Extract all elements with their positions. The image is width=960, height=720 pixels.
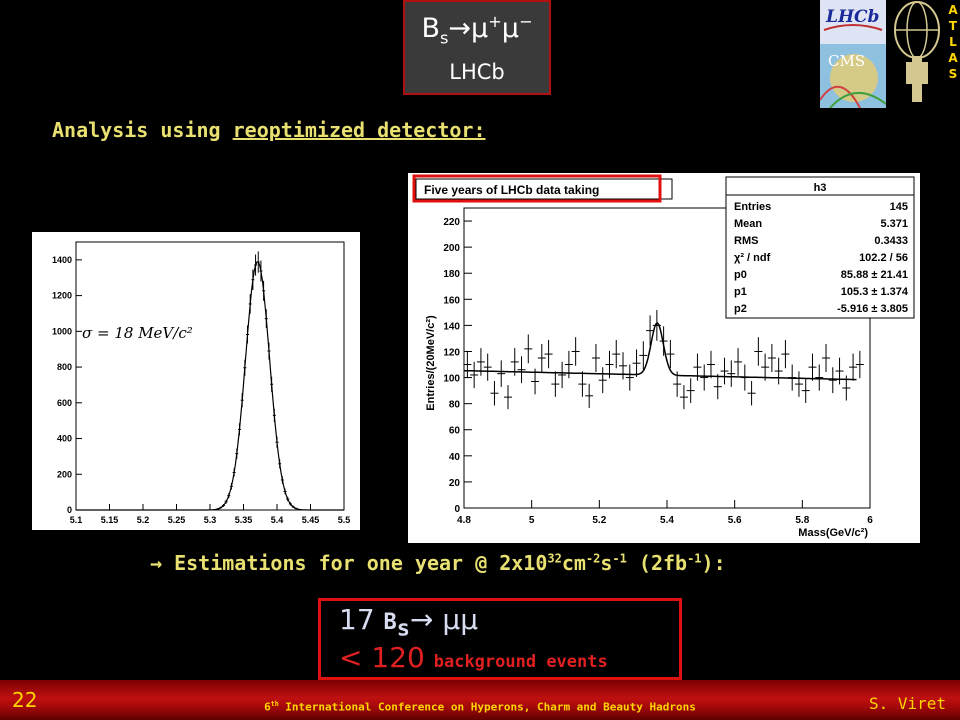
- y-tick-label: 600: [57, 398, 72, 408]
- atlas-letter: T: [948, 19, 958, 33]
- y-tick-label: 200: [443, 243, 460, 254]
- arrow-icon: →: [150, 551, 163, 575]
- x-tick-label: 5.4: [271, 515, 284, 525]
- cms-logo-text: CMS: [828, 52, 865, 70]
- y-tick-label: 200: [57, 469, 72, 479]
- y-tick-label: 0: [454, 504, 460, 515]
- y-tick-label: 140: [443, 321, 460, 332]
- y-tick-label: 180: [443, 269, 460, 280]
- gaussian-fit-curve: [76, 261, 344, 511]
- y-tick-label: 20: [449, 478, 461, 489]
- stats-value: 85.88 ± 21.41: [841, 269, 908, 281]
- lhcb-cms-logos: LHCb CMS: [819, 0, 887, 109]
- fit-curve: [464, 322, 857, 381]
- stats-key: χ² / ndf: [734, 252, 771, 264]
- x-tick-label: 5.2: [137, 515, 150, 525]
- stats-key: p1: [734, 286, 747, 298]
- y-tick-label: 0: [67, 505, 72, 515]
- y-tick-label: 800: [57, 362, 72, 372]
- y-tick-label: 100: [443, 374, 460, 385]
- plot-title: Five years of LHCb data taking: [424, 183, 599, 197]
- x-tick-label: 5.1: [70, 515, 83, 525]
- signal-count-line: 17 Bs→ μμ: [339, 603, 479, 642]
- y-tick-label: 160: [443, 295, 460, 306]
- stats-value: -5.916 ± 3.805: [837, 303, 908, 315]
- stats-value: 102.2 / 56: [859, 252, 908, 264]
- result-box: 17 Bs→ μμ < 120 background events: [318, 598, 682, 680]
- stats-value: 145: [890, 201, 908, 213]
- atlas-letter: A: [948, 51, 958, 65]
- x-tick-label: 5: [529, 515, 535, 526]
- stats-key: RMS: [734, 235, 758, 247]
- stats-value: 105.3 ± 1.374: [841, 286, 909, 298]
- analysis-underlined: reoptimized detector:: [232, 118, 486, 142]
- x-tick-label: 5.35: [235, 515, 253, 525]
- atlas-letter: L: [949, 35, 957, 49]
- y-tick-label: 1400: [52, 255, 72, 265]
- y-tick-label: 400: [57, 434, 72, 444]
- stats-key: Mean: [734, 218, 762, 230]
- x-tick-label: 5.4: [660, 515, 674, 526]
- y-tick-label: 120: [443, 347, 460, 358]
- left-plot-svg: 5.1 5.15 5.2 5.25 5.3 5.35 5.4 5.45 5.5 0 200 400 60…: [52, 241, 351, 525]
- lhcb-cms-logo-icon: LHCb CMS: [819, 0, 887, 109]
- conference-name: 6th International Conference on Hyperons…: [264, 700, 696, 714]
- atlas-figure-icon: [894, 1, 940, 102]
- atlas-letter: S: [948, 67, 958, 81]
- estimation-line: → Estimations for one year @ 2x1032cm-2s…: [150, 551, 726, 575]
- stats-key: p0: [734, 269, 747, 281]
- y-tick-label: 80: [449, 400, 461, 411]
- stats-key: Entries: [734, 201, 771, 213]
- atlas-letter: A: [948, 3, 958, 17]
- atlas-logo: [892, 0, 942, 105]
- author-name: S. Viret: [868, 694, 946, 713]
- background-count-line: < 120 background events: [339, 641, 608, 674]
- analysis-heading: Analysis using reoptimized detector:: [52, 118, 486, 142]
- stats-title: h3: [814, 182, 827, 194]
- x-tick-label: 4.8: [457, 515, 471, 526]
- y-tick-label: 220: [443, 217, 460, 228]
- stats-value: 5.371: [880, 218, 908, 230]
- x-tick-label: 5.25: [168, 515, 186, 525]
- x-tick-label: 5.5: [338, 515, 351, 525]
- x-tick-label: 5.2: [592, 515, 606, 526]
- decay-title: Bs→μ+μ−: [421, 12, 533, 48]
- lhcb-logo-text: LHCb: [825, 7, 879, 27]
- right-plot-svg: Five years of LHCb data taking 4.8 5 5.2 5.4…: [412, 174, 915, 539]
- y-tick-label: 1200: [52, 291, 72, 301]
- x-tick-label: 5.8: [795, 515, 809, 526]
- x-tick-label: 5.15: [101, 515, 119, 525]
- left-mass-plot: 5.1 5.15 5.2 5.25 5.3 5.35 5.4 5.45 5.5 0 200 400 60…: [32, 232, 360, 530]
- left-plot-frame: [75, 241, 345, 511]
- atlas-vertical-text: A T L A S: [946, 2, 960, 82]
- x-tick-label: 6: [867, 515, 873, 526]
- experiment-label: LHCb: [449, 60, 505, 84]
- x-tick-label: 5.6: [728, 515, 742, 526]
- sigma-annotation: σ = 18 MeV/c²: [82, 324, 193, 342]
- y-axis-label: Entries/(20MeV/c²): [425, 315, 437, 411]
- y-tick-label: 60: [449, 426, 461, 437]
- x-tick-label: 5.45: [302, 515, 320, 525]
- y-tick-label: 40: [449, 452, 461, 463]
- x-tick-label: 5.3: [204, 515, 217, 525]
- stats-value: 0.3433: [874, 235, 908, 247]
- title-box: Bs→μ+μ− LHCb: [403, 0, 551, 95]
- right-mass-plot: Five years of LHCb data taking 4.8 5 5.2 5.4…: [408, 173, 920, 543]
- x-axis-label: Mass(GeV/c²): [798, 527, 868, 539]
- y-tick-label: 1000: [52, 326, 72, 336]
- stats-key: p2: [734, 303, 747, 315]
